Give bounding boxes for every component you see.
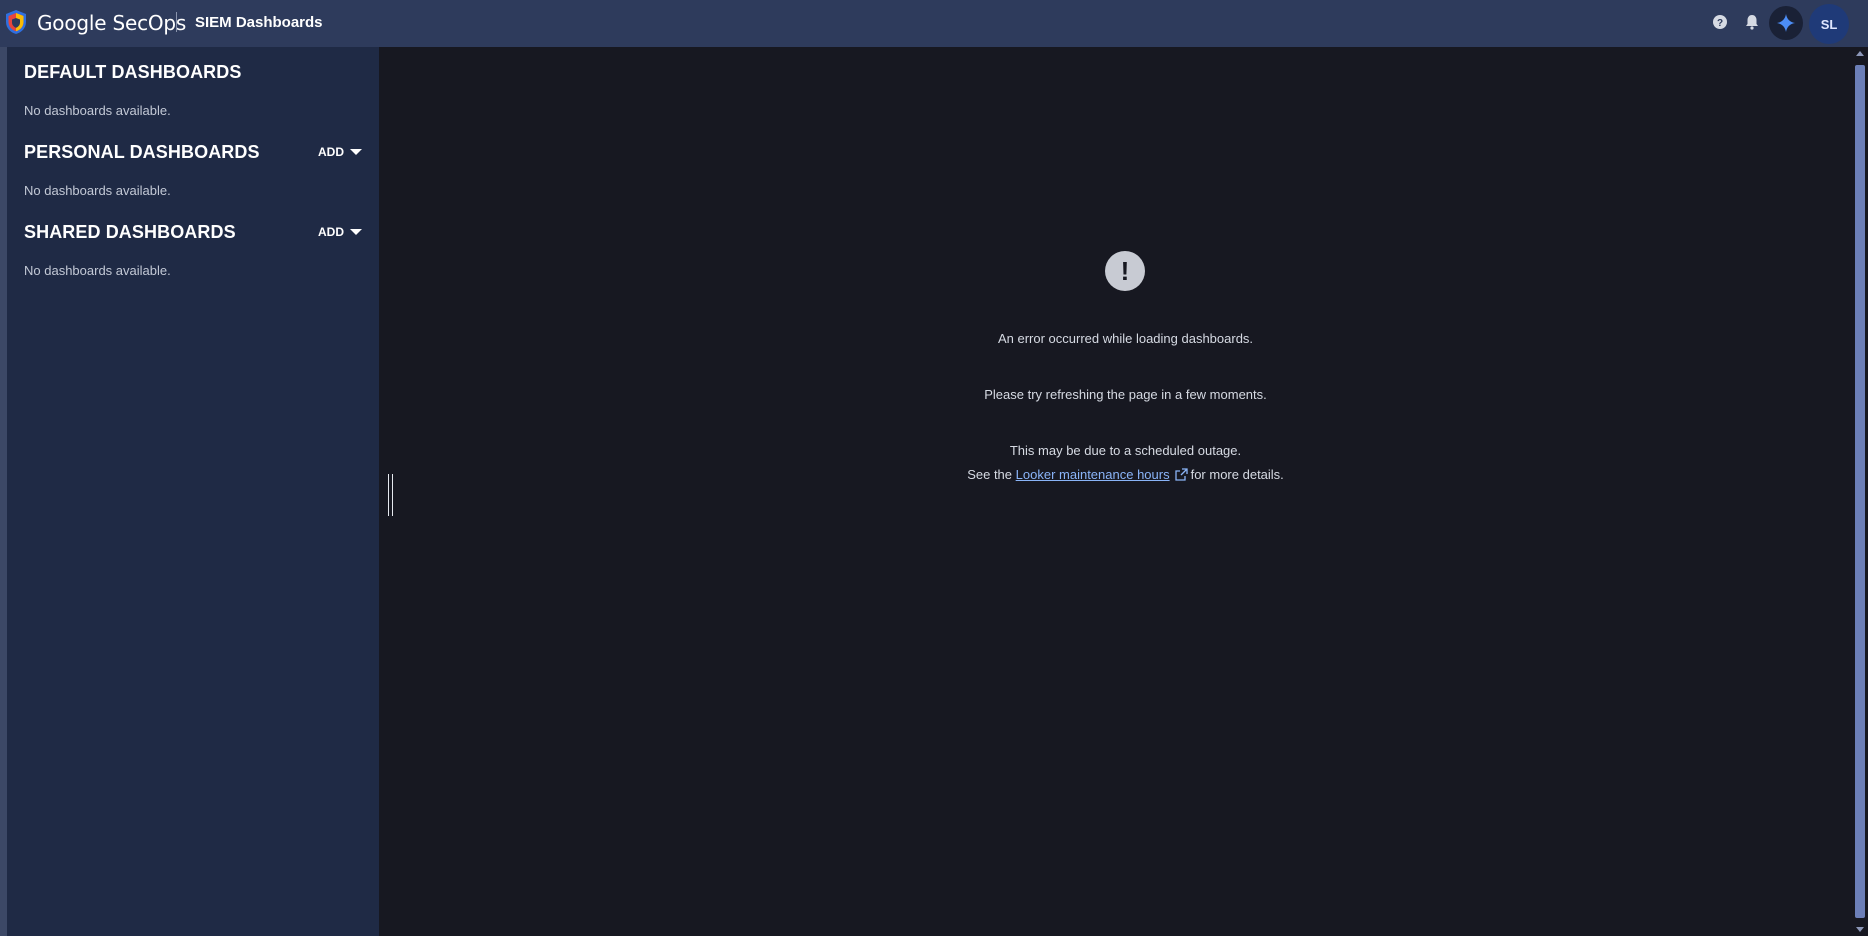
shared-dashboards-empty-text: No dashboards available. [24, 263, 171, 278]
resize-handle[interactable] [388, 474, 393, 516]
vertical-scrollbar[interactable] [1852, 47, 1868, 936]
scroll-up-arrow-icon[interactable] [1856, 51, 1864, 56]
default-dashboards-heading: DEFAULT DASHBOARDS [24, 62, 242, 82]
personal-dashboards-heading: PERSONAL DASHBOARDS [24, 142, 260, 162]
gemini-sparkle-button[interactable] [1769, 6, 1803, 40]
maintenance-message: See the Looker maintenance hours for mor… [399, 467, 1852, 482]
see-suffix: for more details. [1190, 467, 1284, 482]
chevron-down-icon [350, 229, 362, 235]
dashboard-sidebar: DEFAULT DASHBOARDS No dashboards availab… [7, 47, 379, 936]
looker-maintenance-link[interactable]: Looker maintenance hours [1016, 467, 1170, 482]
shared-add-button[interactable]: ADD [318, 225, 362, 239]
refresh-message: Please try refreshing the page in a few … [984, 387, 1267, 402]
error-message: An error occurred while loading dashboar… [997, 331, 1254, 346]
avatar[interactable]: SL [1809, 4, 1849, 44]
chevron-down-icon [350, 149, 362, 155]
brand-divider [176, 12, 177, 32]
sparkle-icon [1777, 14, 1795, 32]
bell-icon[interactable] [1742, 12, 1762, 32]
top-bar: Google SecOps SIEM Dashboards ? SL [0, 0, 1868, 47]
svg-text:?: ? [1717, 18, 1723, 29]
main-content: ! An error occurred while loading dashbo… [399, 47, 1852, 936]
exclamation-icon: ! [1105, 251, 1145, 291]
personal-add-label: ADD [318, 145, 344, 159]
personal-dashboards-empty-text: No dashboards available. [24, 183, 171, 198]
shared-dashboards-heading: SHARED DASHBOARDS [24, 222, 236, 242]
help-icon[interactable]: ? [1710, 12, 1730, 32]
shield-logo-icon[interactable] [4, 9, 28, 35]
scroll-thumb[interactable] [1855, 65, 1865, 918]
outage-message: This may be due to a scheduled outage. [1009, 443, 1242, 458]
see-prefix: See the [967, 467, 1013, 482]
app-title: SIEM Dashboards [195, 14, 323, 31]
left-gutter [0, 47, 7, 936]
external-link-icon[interactable] [1174, 468, 1188, 481]
brand-name: Google SecOps [37, 11, 187, 35]
personal-add-button[interactable]: ADD [318, 145, 362, 159]
scroll-down-arrow-icon[interactable] [1856, 927, 1864, 932]
default-dashboards-empty-text: No dashboards available. [24, 103, 171, 118]
shared-add-label: ADD [318, 225, 344, 239]
